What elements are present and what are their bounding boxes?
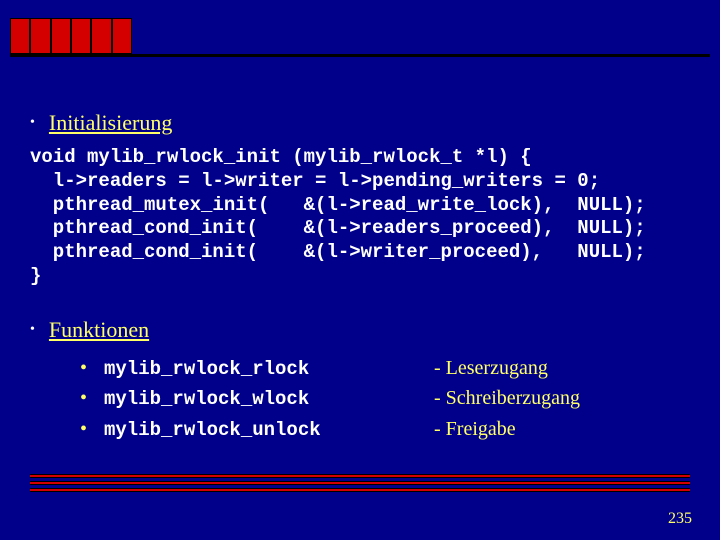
- bullet-icon: •: [30, 322, 35, 338]
- deco-cell: [30, 18, 50, 54]
- section-heading-funcs: • Funktionen: [30, 317, 690, 343]
- section-heading-init: • Initialisierung: [30, 110, 690, 136]
- function-desc: - Freigabe: [434, 414, 516, 444]
- bullet-icon: •: [80, 383, 104, 413]
- code-block-init: void mylib_rwlock_init (mylib_rwlock_t *…: [30, 146, 690, 289]
- page-number: 235: [668, 510, 692, 528]
- footer-decoration: [30, 474, 690, 498]
- section-title-init: Initialisierung: [49, 110, 172, 136]
- bullet-icon: •: [80, 353, 104, 383]
- function-name: mylib_rwlock_wlock: [104, 385, 434, 414]
- deco-cell: [51, 18, 71, 54]
- deco-line: [30, 481, 690, 485]
- deco-cell: [10, 18, 30, 54]
- function-name: mylib_rwlock_rlock: [104, 355, 434, 384]
- function-list: • mylib_rwlock_rlock - Leserzugang • myl…: [80, 353, 690, 445]
- header-decoration: [10, 18, 132, 54]
- bullet-icon: •: [80, 414, 104, 444]
- header-rule: [10, 54, 710, 57]
- deco-line: [30, 488, 690, 492]
- list-item: • mylib_rwlock_rlock - Leserzugang: [80, 353, 690, 384]
- function-desc: - Leserzugang: [434, 353, 548, 383]
- section-title-funcs: Funktionen: [49, 317, 149, 343]
- deco-cell: [91, 18, 111, 54]
- slide-content: • Initialisierung void mylib_rwlock_init…: [30, 110, 690, 444]
- deco-line: [30, 474, 690, 478]
- deco-cell: [71, 18, 91, 54]
- function-name: mylib_rwlock_unlock: [104, 416, 434, 445]
- list-item: • mylib_rwlock_unlock - Freigabe: [80, 414, 690, 445]
- list-item: • mylib_rwlock_wlock - Schreiberzugang: [80, 383, 690, 414]
- deco-cell: [112, 18, 132, 54]
- bullet-icon: •: [30, 115, 35, 131]
- function-desc: - Schreiberzugang: [434, 383, 580, 413]
